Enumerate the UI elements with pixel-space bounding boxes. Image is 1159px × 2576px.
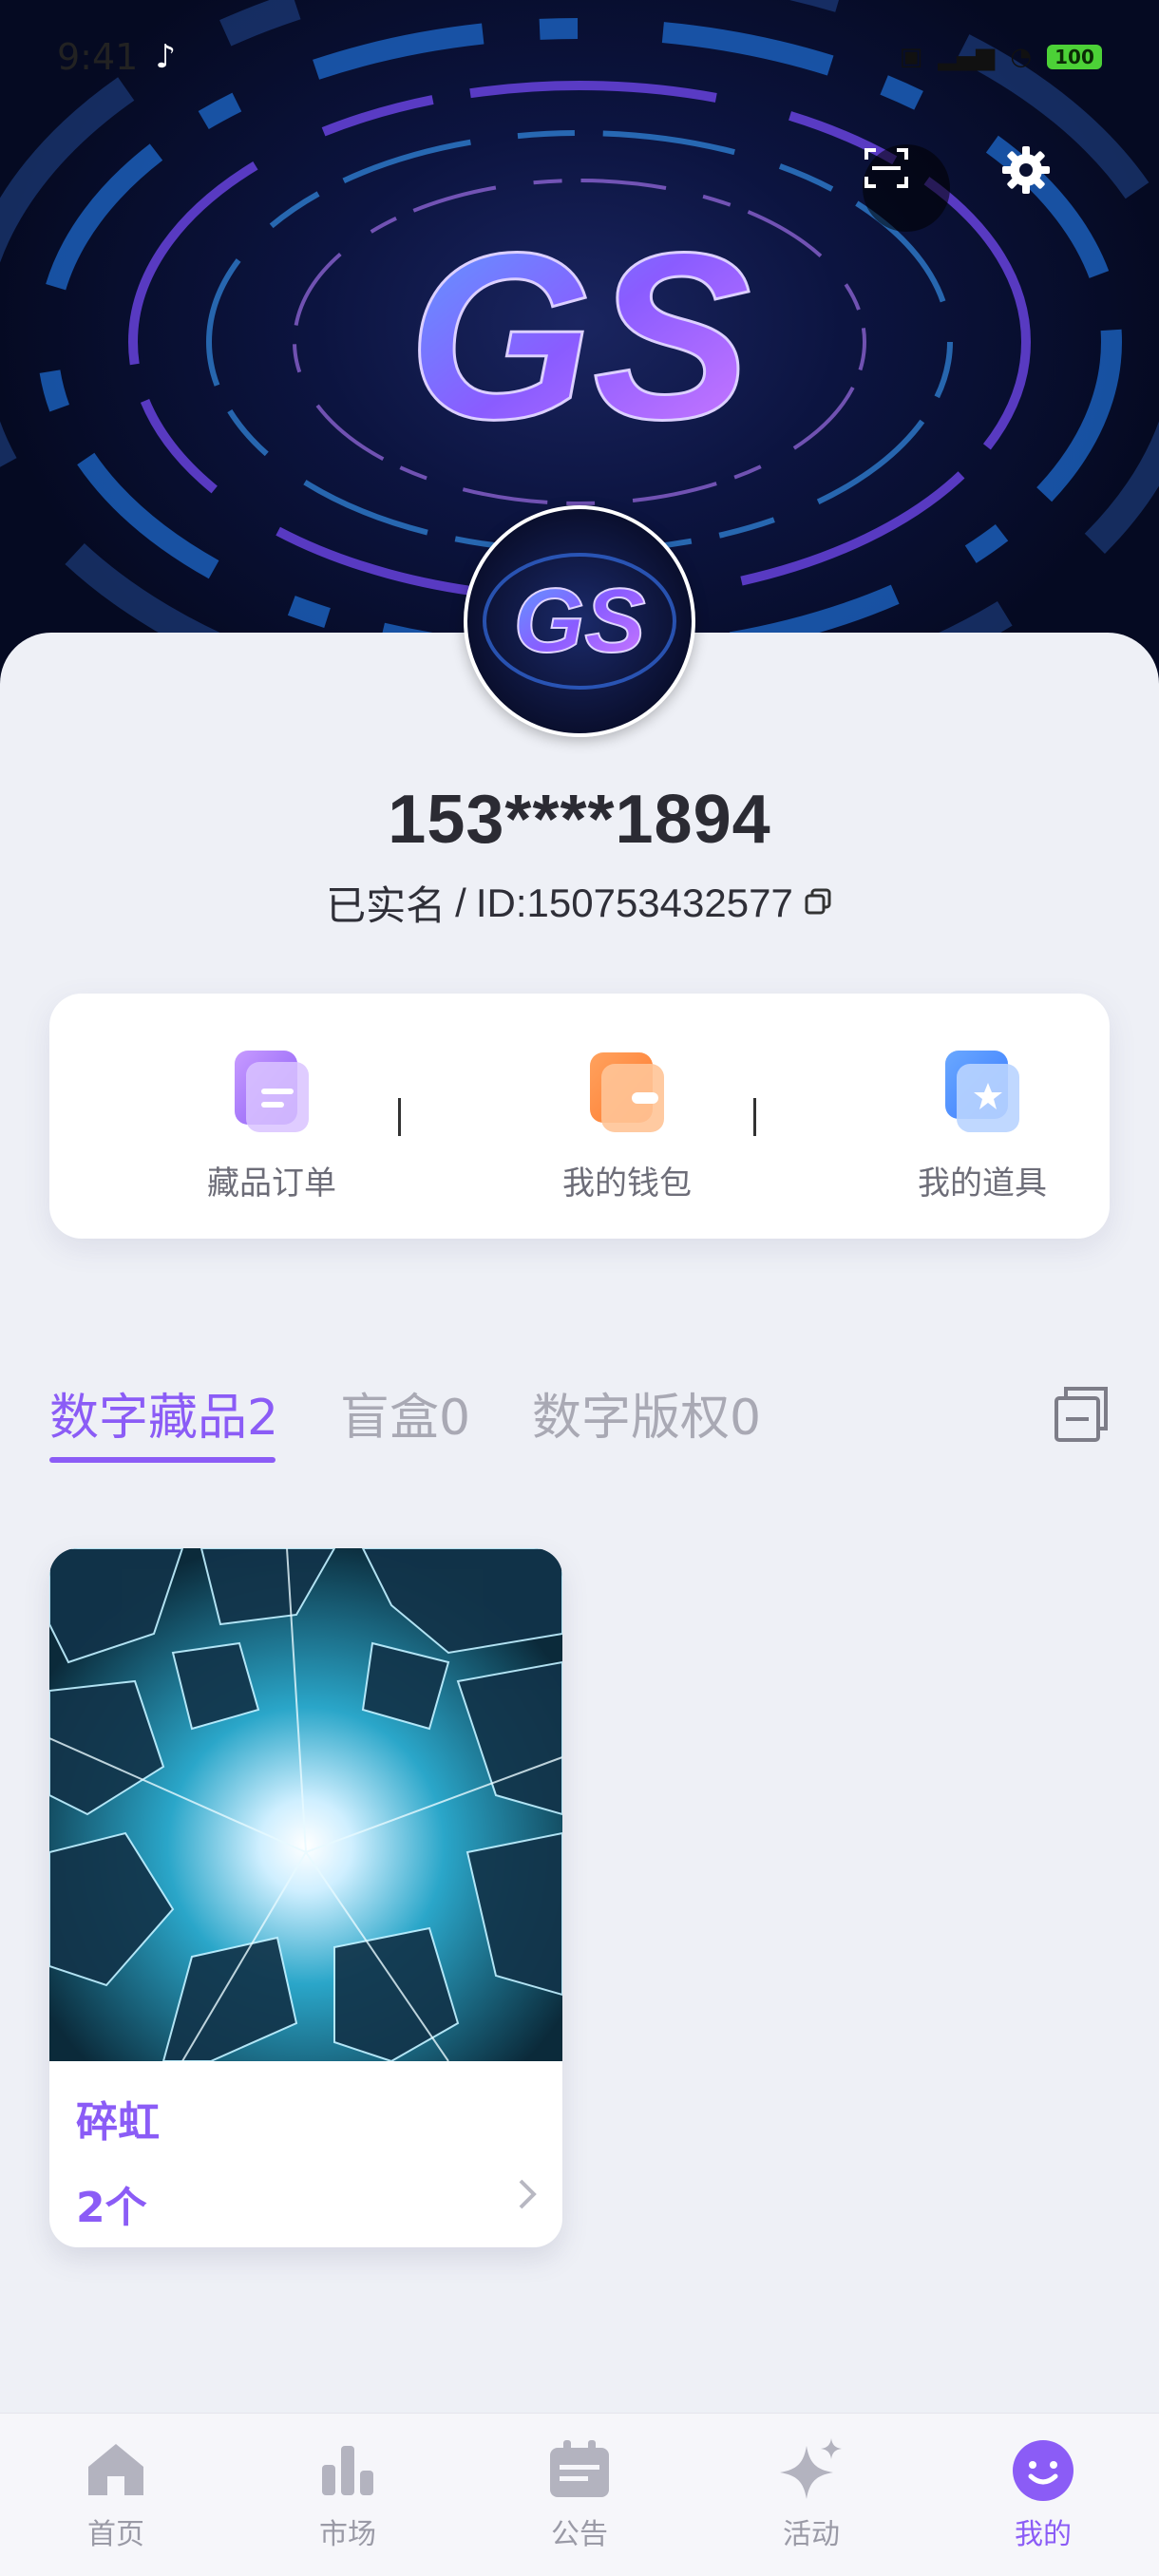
nav-profile[interactable]: 我的: [972, 2436, 1114, 2552]
quick-action-props[interactable]: 我的道具: [840, 1049, 1125, 1203]
wallet-icon: [590, 1052, 664, 1132]
copy-icon: [805, 888, 831, 914]
brand-logo-text: GS: [408, 203, 750, 468]
nav-activity[interactable]: 活动: [740, 2436, 883, 2552]
scan-button[interactable]: [863, 144, 950, 232]
quick-action-orders[interactable]: 藏品订单: [129, 1049, 414, 1203]
tab-blind-box[interactable]: 盲盒0: [340, 1377, 470, 1449]
id-separator: /: [455, 880, 466, 925]
status-bar: 9:41 ♪ ▣ ▂▄▆ ◔ 100: [57, 28, 1102, 85]
quick-action-wallet[interactable]: 我的钱包: [484, 1049, 770, 1203]
avatar-logo-text: GS: [514, 570, 646, 672]
nav-announcement[interactable]: 公告: [508, 2436, 651, 2552]
view-toggle-button[interactable]: [1053, 1385, 1110, 1444]
quick-action-label: 藏品订单: [207, 1165, 336, 1203]
profile-icon: [1013, 2440, 1074, 2501]
layers-icon: [1054, 1387, 1108, 1442]
nav-label: 公告: [551, 2518, 608, 2551]
nav-label: 市场: [319, 2518, 376, 2551]
collection-card[interactable]: 碎虹 2个: [49, 1548, 562, 2247]
tab-digital-copyright[interactable]: 数字版权0: [532, 1377, 761, 1449]
avatar-logo: GS: [483, 553, 676, 690]
nav-label: 首页: [87, 2518, 144, 2551]
wifi-icon: ◔: [1010, 43, 1032, 71]
divider: [753, 1098, 756, 1136]
market-icon: [322, 2446, 373, 2495]
battery-indicator: 100: [1047, 45, 1102, 69]
avatar[interactable]: GS: [464, 505, 695, 737]
nfc-icon: ▣: [899, 43, 923, 71]
tab-digital-collectibles[interactable]: 数字藏品2: [49, 1377, 278, 1449]
tiktok-icon: ♪: [155, 38, 177, 76]
props-icon: [945, 1051, 1019, 1132]
chevron-right-icon: [519, 2179, 537, 2209]
user-id: ID:150753432577: [475, 880, 793, 925]
bottom-navigation: 首页 市场 公告 活动 我的: [0, 2413, 1159, 2576]
order-icon: [235, 1051, 309, 1132]
active-tab-indicator: [49, 1457, 276, 1463]
status-time: 9:41: [57, 36, 139, 78]
home-icon: [88, 2444, 143, 2495]
quick-action-label: 我的道具: [918, 1165, 1047, 1203]
collection-count: 2个: [76, 2184, 147, 2232]
divider: [398, 1098, 401, 1136]
user-phone: 153****1894: [388, 782, 771, 858]
quick-actions-card: 藏品订单 我的钱包 我的道具: [49, 994, 1110, 1239]
copy-button[interactable]: [803, 881, 833, 926]
collection-tabs: 数字藏品2 盲盒0 数字版权0: [49, 1377, 1110, 1463]
signal-icon: ▂▄▆: [938, 43, 996, 71]
collection-image: [49, 1548, 562, 2061]
nav-home[interactable]: 首页: [45, 2436, 187, 2552]
nav-label: 我的: [1015, 2518, 1072, 2551]
scan-icon: [864, 148, 908, 188]
user-id-line: 已实名 / ID:150753432577: [0, 874, 1159, 932]
activity-icon: [780, 2438, 842, 2499]
gear-icon: [1002, 146, 1050, 194]
settings-button[interactable]: [1000, 144, 1088, 232]
quick-action-label: 我的钱包: [562, 1165, 692, 1203]
nav-label: 活动: [783, 2518, 840, 2551]
announcement-icon: [550, 2440, 609, 2497]
nav-market[interactable]: 市场: [276, 2436, 419, 2552]
verified-label: 已实名: [326, 883, 446, 928]
collection-name: 碎虹: [76, 2098, 160, 2147]
